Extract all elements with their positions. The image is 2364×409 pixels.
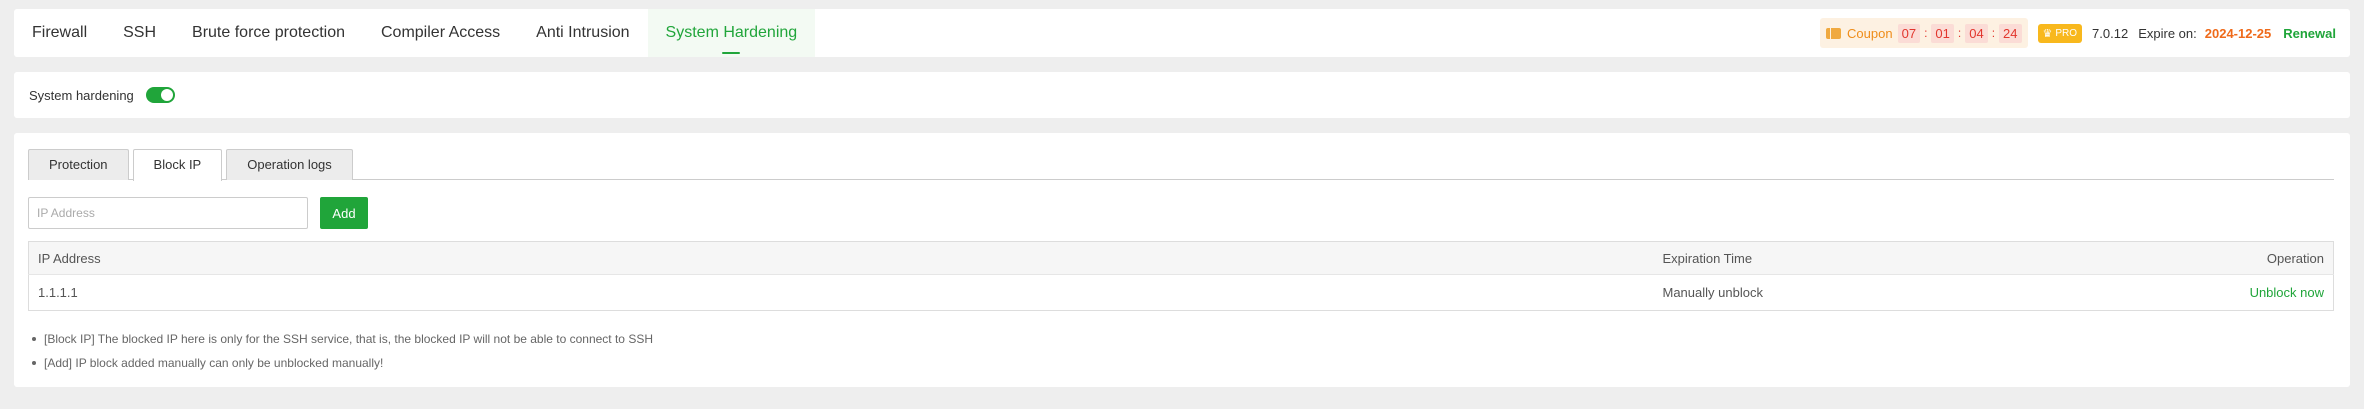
note-item: [Add] IP block added manually can only b… [32,351,653,375]
countdown-separator: : [1924,26,1928,40]
countdown-separator: : [1957,26,1962,40]
pro-label: PRO [2055,27,2078,39]
nav-tabs: Firewall SSH Brute force protection Comp… [14,9,816,57]
cell-operation: Unblock now [2054,275,2334,311]
header-right-info: Coupon 07 : 01 : 04 : 24 ♛ PRO 7.0.12 Ex… [1820,9,2336,57]
countdown-seconds: 24 [1999,23,2022,43]
sub-tabs: Protection Block IP Operation logs [28,149,2334,181]
help-notes: [Block IP] The blocked IP here is only f… [32,327,653,375]
nav-tab-ssh[interactable]: SSH [105,9,174,57]
pro-badge: ♛ PRO [2037,23,2083,43]
hardening-switch-panel: System hardening [14,72,2350,118]
coupon-icon [1826,27,1842,39]
column-header-operation: Operation [2053,241,2334,275]
add-button[interactable]: Add [320,197,368,229]
version-number: 7.0.12 [2092,25,2129,41]
countdown-days: 07 [1897,23,1921,43]
tab-protection[interactable]: Protection [28,149,129,180]
crown-icon: ♛ [2042,27,2053,40]
nav-tab-anti-intrusion[interactable]: Anti Intrusion [518,9,647,57]
renewal-link[interactable]: Renewal [2283,26,2336,41]
cell-expiration: Manually unblock [1662,285,1763,300]
nav-tab-system-hardening[interactable]: System Hardening [647,9,816,57]
hardening-switch-label: System hardening [29,87,134,103]
blocked-ip-table: IP Address Expiration Time Operation 1.1… [28,241,2334,311]
top-navigation-bar: Firewall SSH Brute force protection Comp… [14,9,2350,57]
ip-address-input[interactable] [28,197,308,229]
hardening-toggle[interactable] [145,87,175,103]
nav-tab-compiler-access[interactable]: Compiler Access [363,9,518,57]
expire-label: Expire on: [2138,25,2197,41]
countdown-minutes: 04 [1965,23,1988,43]
table-header-row: IP Address Expiration Time Operation [28,241,2334,275]
countdown-hours: 01 [1931,23,1954,43]
tab-block-ip[interactable]: Block IP [132,149,223,181]
column-header-ip: IP Address [28,241,1654,275]
table-row: 1.1.1.1 Manually unblock Unblock now [29,275,2334,311]
cell-ip: 1.1.1.1 [38,285,78,300]
column-header-expiration: Expiration Time [1653,241,2054,275]
add-ip-form: Add [28,197,368,229]
nav-tab-firewall[interactable]: Firewall [14,9,105,57]
coupon-countdown[interactable]: Coupon 07 : 01 : 04 : 24 [1820,18,2028,48]
main-panel: Protection Block IP Operation logs Add I… [14,133,2350,387]
coupon-label: Coupon [1847,25,1893,41]
unblock-now-link[interactable]: Unblock now [2250,285,2324,300]
tab-operation-logs[interactable]: Operation logs [226,149,353,180]
countdown-separator: : [1991,26,1996,40]
note-item: [Block IP] The blocked IP here is only f… [32,327,653,351]
nav-tab-brute-force-protection[interactable]: Brute force protection [174,9,363,57]
expire-date: 2024-12-25 [2204,25,2272,41]
